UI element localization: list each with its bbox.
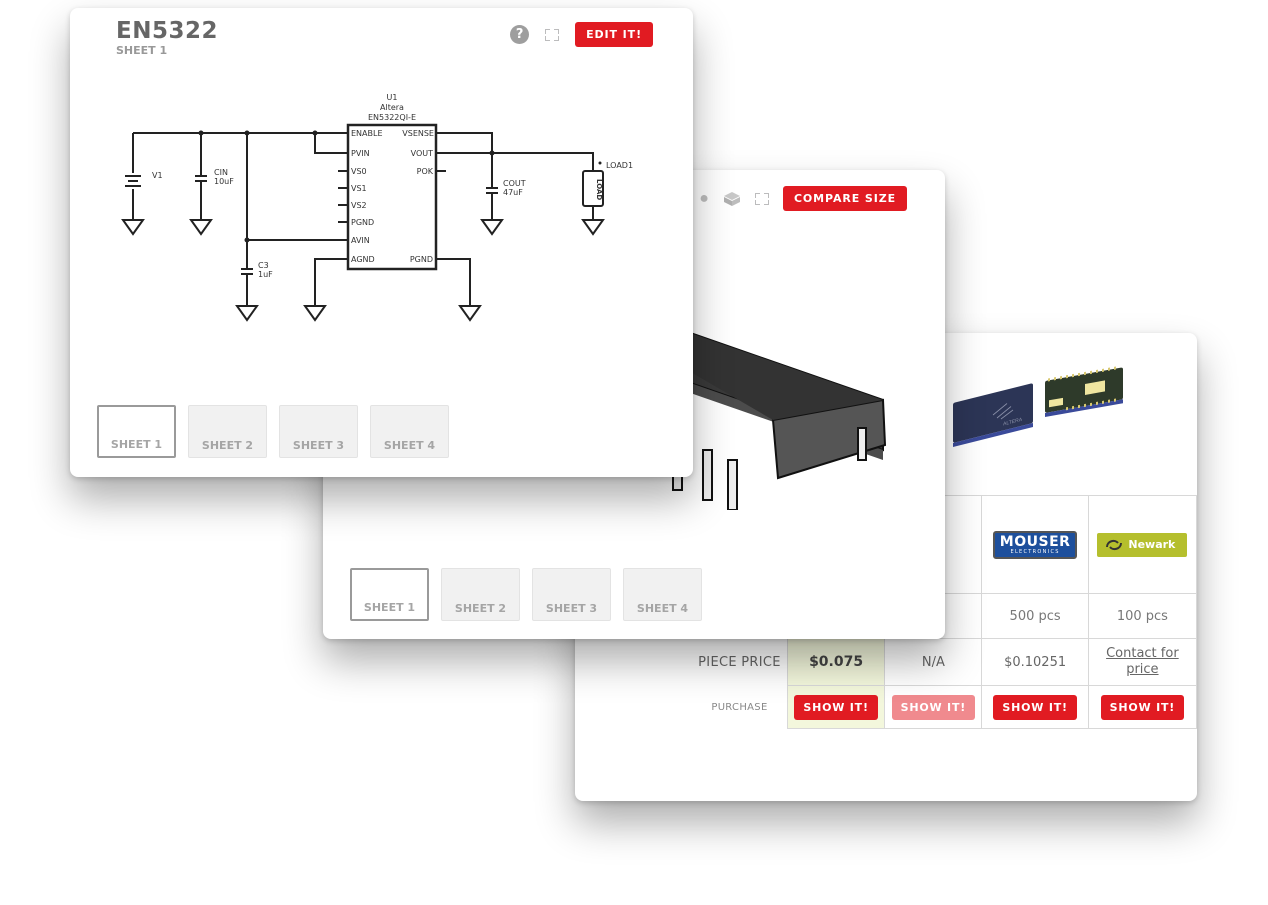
sheet-tab-2[interactable]: SHEET 2 <box>441 568 520 621</box>
schematic-diagram[interactable]: U1 Altera EN5322QI-E ENABLE PVIN VS0 VS1… <box>70 8 693 408</box>
load-label: LOAD1 <box>606 161 633 170</box>
help-icon[interactable]: ● <box>699 190 709 207</box>
newark-logo[interactable]: Newark <box>1097 532 1188 557</box>
component-manufacturer: Altera <box>380 103 404 112</box>
cout-label: COUT <box>503 179 526 188</box>
schematic-toolbar: ? EDIT IT! <box>510 22 653 47</box>
contact-for-price-link[interactable]: Contact for price <box>1102 646 1182 678</box>
sheet-tab-1[interactable]: SHEET 1 <box>350 568 429 621</box>
quantity-cell: 100 pcs <box>1087 593 1197 639</box>
pin-label: VS1 <box>351 184 367 193</box>
sheet-subtitle: SHEET 1 <box>116 44 168 57</box>
show-it-button[interactable]: SHOW IT! <box>1100 694 1185 720</box>
sheet-tab-1[interactable]: SHEET 1 <box>97 405 176 458</box>
pin-label: ENABLE <box>351 129 383 138</box>
purchase-row: PURCHASE SHOW IT! SHOW IT! SHOW IT! SHOW… <box>692 685 1197 729</box>
component-part: EN5322QI-E <box>368 113 416 122</box>
sheet-tab-4[interactable]: SHEET 4 <box>623 568 702 621</box>
schematic-sheet-tabs: SHEET 1 SHEET 2 SHEET 3 SHEET 4 <box>97 405 449 458</box>
sheet-tab-2[interactable]: SHEET 2 <box>188 405 267 458</box>
price-cell: N/A <box>884 638 983 686</box>
show-it-button-disabled[interactable]: SHOW IT! <box>891 694 976 720</box>
pin-label: PGND <box>410 255 433 264</box>
pin-label: VSENSE <box>402 129 434 138</box>
mouser-logo[interactable]: MOUSER ELECTRONICS <box>992 530 1078 559</box>
cout-value: 47uF <box>503 188 523 197</box>
price-cell: $0.10251 <box>981 638 1089 686</box>
pin-label: POK <box>417 167 434 176</box>
pin-label: PVIN <box>351 149 370 158</box>
sheet-tab-4[interactable]: SHEET 4 <box>370 405 449 458</box>
cube-icon[interactable] <box>723 191 741 207</box>
fullscreen-icon[interactable] <box>754 192 769 205</box>
component-ref: U1 <box>387 93 398 102</box>
load-body-label: LOAD <box>595 179 603 200</box>
supplier-logo-cell[interactable]: Newark <box>1087 495 1197 594</box>
pin-label: PGND <box>351 218 374 227</box>
pin-label: VOUT <box>411 149 433 158</box>
sheet-tab-3[interactable]: SHEET 3 <box>532 568 611 621</box>
model-sheet-tabs: SHEET 1 SHEET 2 SHEET 3 SHEET 4 <box>350 568 702 621</box>
quantity-cell: 500 pcs <box>981 593 1089 639</box>
pin-label: VS0 <box>351 167 367 176</box>
module-product-photo: ALTERA <box>953 366 1123 447</box>
price-cell: Contact for price <box>1087 638 1197 686</box>
sheet-tab-3[interactable]: SHEET 3 <box>279 405 358 458</box>
edit-it-button[interactable]: EDIT IT! <box>575 22 653 47</box>
cin-label: CIN <box>214 168 228 177</box>
supplier-logo-cell[interactable]: MOUSER ELECTRONICS <box>981 495 1089 594</box>
pin-label: VS2 <box>351 201 367 210</box>
pin-label: AVIN <box>351 236 370 245</box>
fullscreen-icon[interactable] <box>545 28 560 41</box>
piece-price-label: PIECE PRICE <box>698 654 781 670</box>
best-price: $0.075 <box>809 654 864 670</box>
page-title: EN5322 <box>116 18 218 44</box>
c3-label: C3 <box>258 261 269 270</box>
price-cell: $0.075 <box>786 638 886 686</box>
pin-label: AGND <box>351 255 375 264</box>
help-icon[interactable]: ? <box>510 25 530 44</box>
newark-swirl-icon <box>1106 539 1123 550</box>
model-toolbar: ● COMPARE SIZE <box>699 186 907 211</box>
purchase-label: PURCHASE <box>711 701 768 713</box>
compare-size-button[interactable]: COMPARE SIZE <box>782 186 907 211</box>
show-it-button[interactable]: SHOW IT! <box>794 694 878 720</box>
v1-label: V1 <box>152 171 163 180</box>
schematic-card: U1 Altera EN5322QI-E ENABLE PVIN VS0 VS1… <box>70 8 693 477</box>
cin-value: 10uF <box>214 177 234 186</box>
c3-value: 1uF <box>258 270 273 279</box>
piece-price-row: PIECE PRICE $0.075 N/A $0.10251 Contact … <box>692 638 1197 686</box>
show-it-button[interactable]: SHOW IT! <box>993 694 1077 720</box>
